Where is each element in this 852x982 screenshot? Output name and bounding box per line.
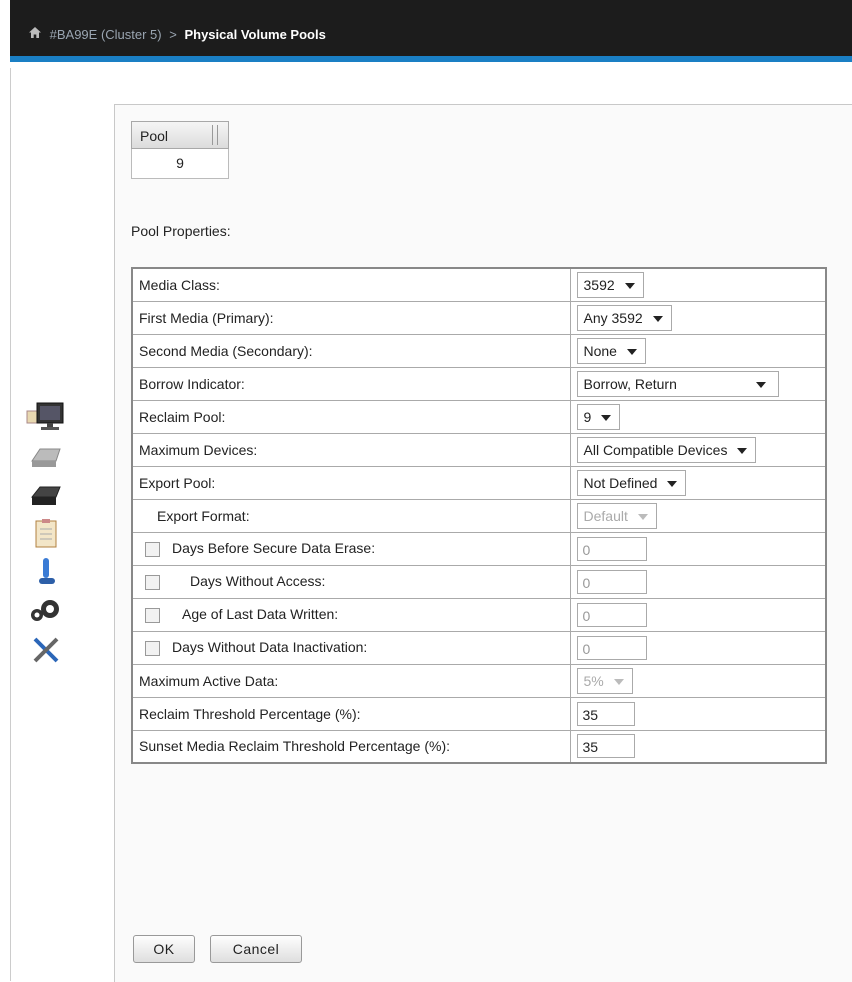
user-icon[interactable] (24, 554, 68, 590)
reclaim-pool-select[interactable]: 9 (576, 403, 621, 430)
borrow-indicator-select[interactable]: Borrow, Return (576, 370, 779, 397)
days-without-inactivation-checkbox[interactable] (145, 640, 160, 656)
first-media-select[interactable]: Any 3592 (576, 304, 672, 331)
chevron-down-icon (755, 381, 766, 388)
maximum-devices-select[interactable]: All Compatible Devices (576, 436, 757, 463)
sunset-reclaim-threshold-label: Sunset Media Reclaim Threshold Percentag… (131, 729, 571, 764)
reclaim-pool-value: 9 (583, 408, 592, 425)
table-row: Maximum Devices: All Compatible Devices (131, 432, 827, 467)
days-without-inactivation-label: Days Without Data Inactivation: (172, 639, 368, 656)
maximum-devices-value: All Compatible Devices (583, 441, 728, 458)
reclaim-threshold-input[interactable]: 35 (576, 701, 635, 726)
breadcrumb: #BA99E (Cluster 5) > Physical Volume Poo… (28, 26, 326, 42)
breadcrumb-cluster-link[interactable]: #BA99E (Cluster 5) (50, 27, 162, 42)
pool-grid-cell[interactable]: 9 (131, 149, 229, 179)
table-row: Sunset Media Reclaim Threshold Percentag… (131, 729, 827, 764)
section-label: Pool Properties: (131, 223, 231, 239)
top-bar: #BA99E (Cluster 5) > Physical Volume Poo… (10, 0, 852, 62)
clipboard-icon[interactable] (24, 516, 68, 552)
accent-stripe (10, 56, 852, 62)
table-row: Media Class: 3592 (131, 267, 827, 302)
borrow-indicator-value: Borrow, Return (583, 375, 677, 392)
tools-icon[interactable] (24, 632, 68, 668)
sunset-reclaim-threshold-input[interactable]: 35 (576, 734, 635, 759)
breadcrumb-separator: > (169, 27, 177, 42)
chevron-down-icon (624, 283, 635, 290)
export-format-label: Export Format: (131, 498, 571, 533)
first-media-label: First Media (Primary): (131, 300, 571, 335)
disk-drive-icon[interactable] (24, 440, 68, 476)
chevron-down-icon (652, 315, 663, 322)
column-resize-handle[interactable] (212, 125, 218, 145)
chevron-down-icon (601, 414, 612, 421)
table-row: First Media (Primary): Any 3592 (131, 300, 827, 335)
reclaim-pool-label: Reclaim Pool: (131, 399, 571, 434)
left-divider (10, 68, 11, 981)
age-last-written-input[interactable]: 0 (576, 602, 647, 627)
page-title: Physical Volume Pools (184, 27, 326, 42)
days-without-inactivation-input[interactable]: 0 (576, 635, 647, 660)
maximum-active-data-label: Maximum Active Data: (131, 663, 571, 698)
export-format-select[interactable]: Default (576, 502, 657, 529)
days-before-erase-input[interactable]: 0 (576, 536, 647, 561)
days-before-erase-checkbox[interactable] (145, 541, 160, 557)
second-media-label: Second Media (Secondary): (131, 333, 571, 368)
monitor-icon[interactable] (24, 400, 68, 436)
table-row: Borrow Indicator: Borrow, Return (131, 366, 827, 401)
export-pool-label: Export Pool: (131, 465, 571, 500)
chevron-down-icon (737, 447, 748, 454)
export-format-value: Default (583, 507, 628, 524)
table-row: Reclaim Threshold Percentage (%): 35 (131, 696, 827, 731)
gears-icon[interactable] (24, 592, 68, 628)
second-media-select[interactable]: None (576, 337, 646, 364)
ok-button[interactable]: OK (133, 935, 195, 963)
media-class-select[interactable]: 3592 (576, 271, 644, 298)
maximum-devices-label: Maximum Devices: (131, 432, 571, 467)
second-media-value: None (583, 342, 617, 359)
table-row: Reclaim Pool: 9 (131, 399, 827, 434)
table-row: Age of Last Data Written: 0 (131, 597, 827, 632)
media-class-label: Media Class: (131, 267, 571, 302)
home-icon[interactable] (28, 27, 46, 42)
table-row: Export Format: Default (131, 498, 827, 533)
age-last-written-label: Age of Last Data Written: (182, 606, 339, 623)
days-before-erase-label: Days Before Secure Data Erase: (172, 540, 376, 557)
table-row: Maximum Active Data: 5% (131, 663, 827, 698)
table-row: Days Without Data Inactivation: 0 (131, 630, 827, 665)
table-row: Days Before Secure Data Erase: 0 (131, 531, 827, 566)
table-row: Days Without Access: 0 (131, 564, 827, 599)
tape-drive-icon[interactable] (24, 478, 68, 514)
table-row: Export Pool: Not Defined (131, 465, 827, 500)
days-without-access-input[interactable]: 0 (576, 569, 647, 594)
age-last-written-checkbox[interactable] (145, 607, 160, 623)
maximum-active-data-select[interactable]: 5% (576, 667, 633, 694)
properties-table: Media Class: 3592 First Media (Primary):… (131, 267, 827, 764)
maximum-active-data-value: 5% (583, 672, 604, 689)
media-class-value: 3592 (583, 276, 615, 293)
export-pool-select[interactable]: Not Defined (576, 469, 687, 496)
export-pool-value: Not Defined (583, 474, 658, 491)
reclaim-threshold-label: Reclaim Threshold Percentage (%): (131, 696, 571, 731)
chevron-down-icon (613, 678, 624, 685)
table-row: Second Media (Secondary): None (131, 333, 827, 368)
pool-column-header[interactable]: Pool (131, 121, 229, 149)
chevron-down-icon (626, 348, 637, 355)
first-media-value: Any 3592 (583, 309, 643, 326)
pool-column-label: Pool (140, 128, 169, 144)
days-without-access-label: Days Without Access: (190, 573, 326, 590)
chevron-down-icon (637, 513, 648, 520)
chevron-down-icon (667, 480, 678, 487)
days-without-access-checkbox[interactable] (145, 574, 160, 590)
borrow-indicator-label: Borrow Indicator: (131, 366, 571, 401)
pool-grid: Pool 9 (131, 121, 229, 179)
cancel-button[interactable]: Cancel (210, 935, 302, 963)
